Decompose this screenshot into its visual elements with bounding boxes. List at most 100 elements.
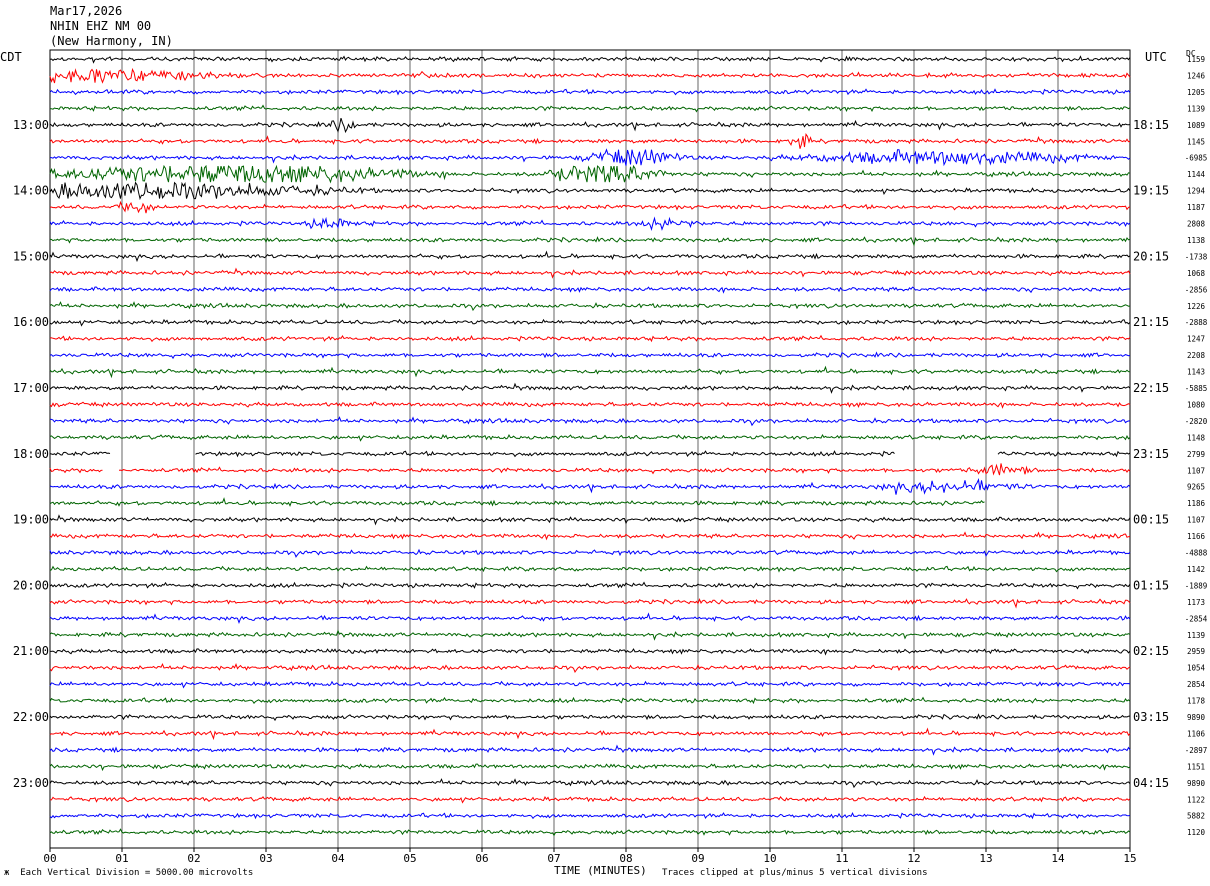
dc-offset-label: 9890 (1187, 779, 1206, 788)
cdt-hour-label: 16:00 (13, 315, 49, 329)
utc-hour-label: 20:15 (1133, 249, 1169, 263)
x-axis-title: TIME (MINUTES) (554, 864, 647, 877)
seismic-trace (49, 416, 1131, 427)
seismic-trace (49, 514, 1131, 526)
dc-offset-label: -1889 (1185, 581, 1208, 590)
x-tick-label: 03 (259, 852, 272, 865)
dc-offset-label: -6985 (1185, 154, 1208, 163)
dc-offset-label: 1122 (1187, 795, 1205, 804)
x-tick-label: 02 (187, 852, 200, 865)
seismic-trace (49, 401, 1131, 409)
dc-offset-label: -2888 (1185, 318, 1208, 327)
utc-hour-label: 01:15 (1133, 578, 1169, 592)
dc-offset-label: 1054 (1187, 664, 1206, 673)
seismic-trace (49, 450, 1131, 458)
cdt-hour-label: 15:00 (13, 249, 49, 263)
dc-offset-label: -2820 (1185, 417, 1208, 426)
cdt-hour-label: 14:00 (13, 184, 49, 198)
seismic-trace (49, 117, 1131, 134)
dc-offset-label: -2856 (1185, 285, 1208, 294)
utc-hour-label: 23:15 (1133, 447, 1169, 461)
footer-scale-note: ж Each Vertical Division = 5000.00 micro… (4, 868, 254, 878)
dc-offset-label: 9890 (1187, 713, 1206, 722)
seismic-trace (49, 267, 1131, 279)
cdt-hour-label: 13:00 (13, 118, 49, 132)
seismic-trace (49, 216, 1131, 231)
dc-offset-label: 1089 (1187, 121, 1205, 130)
seismic-trace (49, 696, 1131, 705)
seismic-trace (49, 629, 1131, 641)
utc-hour-label: 03:15 (1133, 710, 1169, 724)
seismic-trace (49, 662, 1131, 674)
seismic-trace (49, 132, 1131, 149)
seismic-trace (49, 301, 1131, 312)
utc-hour-label: 00:15 (1133, 513, 1169, 527)
x-tick-label: 06 (475, 852, 488, 865)
dc-offset-label: 1143 (1187, 368, 1205, 377)
dc-offset-label: 1148 (1187, 433, 1206, 442)
dc-offset-label: 1142 (1187, 565, 1205, 574)
x-tick-label: 04 (331, 852, 345, 865)
dc-offset-label: 1159 (1187, 55, 1205, 64)
x-tick-label: 05 (403, 852, 416, 865)
seismic-trace (49, 612, 1131, 625)
seismic-trace (49, 463, 1131, 476)
dc-offset-label: 2854 (1187, 680, 1206, 689)
seismic-trace (49, 250, 1131, 263)
cdt-hour-label: 20:00 (13, 578, 49, 592)
seismic-trace (49, 548, 1131, 558)
seismic-trace (49, 433, 1131, 442)
seismic-trace (50, 148, 1131, 167)
seismic-trace (49, 236, 1131, 247)
utc-hour-label: 18:15 (1133, 118, 1169, 132)
seismic-trace (49, 497, 985, 507)
dc-offset-label: 1166 (1187, 532, 1206, 541)
utc-hour-label: 02:15 (1133, 644, 1169, 658)
seismic-trace (49, 713, 1131, 722)
cdt-hour-label: 17:00 (13, 381, 49, 395)
utc-hour-label: 22:15 (1133, 381, 1169, 395)
x-tick-label: 11 (835, 852, 848, 865)
utc-hour-label: 21:15 (1133, 315, 1169, 329)
cdt-hour-label: 18:00 (13, 447, 49, 461)
dc-offset-label: 1139 (1187, 104, 1205, 113)
dc-offset-label: 2959 (1187, 647, 1205, 656)
x-tick-label: 00 (43, 852, 56, 865)
seismic-trace (49, 778, 1131, 789)
dc-offset-label: 5882 (1187, 812, 1205, 821)
seismic-trace (49, 598, 1131, 609)
utc-hour-label: 04:15 (1133, 776, 1169, 790)
seismic-trace (49, 351, 1131, 360)
seismic-trace (49, 104, 1131, 113)
seismic-trace (49, 88, 1131, 96)
seismic-trace (49, 565, 1131, 573)
dc-offset-label: 1294 (1187, 187, 1206, 196)
dc-offset-label: 1139 (1187, 631, 1205, 640)
dc-offset-label: 2208 (1187, 351, 1206, 360)
dc-offset-label: 9265 (1187, 483, 1205, 492)
cdt-hour-label: 22:00 (13, 710, 49, 724)
seismic-trace (49, 318, 1131, 327)
dc-offset-label: 1138 (1187, 236, 1206, 245)
x-tick-label: 15 (1123, 852, 1136, 865)
dc-offset-label: 2808 (1187, 220, 1206, 229)
seismic-trace (49, 181, 1131, 201)
dc-offset-label: 2799 (1187, 450, 1205, 459)
seismic-trace (50, 648, 1131, 656)
seismogram-chart: 00 01 02 03 04 05 06 07 08 09 10 11 12 13 14 1511591246… (13, 49, 1208, 865)
cdt-hour-label: 23:00 (13, 776, 49, 790)
seismic-trace (49, 812, 1131, 820)
seismic-trace (49, 67, 1131, 84)
dc-offset-label: 1107 (1187, 466, 1205, 475)
seismic-trace (49, 680, 1131, 689)
dc-offset-label: 1186 (1187, 499, 1206, 508)
seismic-trace (49, 55, 1131, 64)
utc-hour-label: 19:15 (1133, 184, 1169, 198)
x-tick-label: 14 (1051, 852, 1065, 865)
seismic-trace (49, 200, 1131, 214)
seismic-trace (49, 828, 1131, 837)
seismic-trace (49, 763, 1131, 772)
dc-offset-label: 1068 (1187, 269, 1206, 278)
dc-offset-label: 1107 (1187, 516, 1205, 525)
x-tick-label: 10 (763, 852, 776, 865)
